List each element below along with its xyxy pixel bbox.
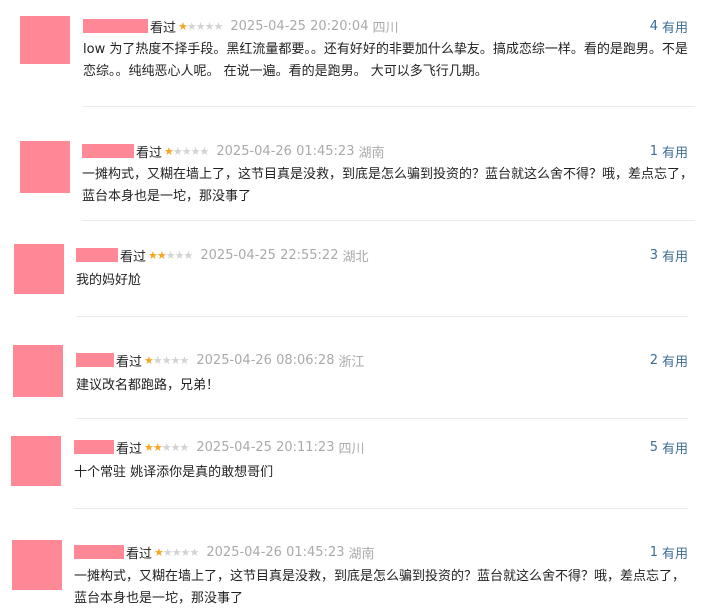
star-icon: ★: [165, 248, 176, 262]
username-redacted[interactable]: [76, 248, 118, 262]
review-content: 十个常驻 姚译添你是真的敢想哥们: [74, 465, 274, 480]
review-location: 湖南: [358, 145, 385, 161]
review-location: 浙江: [338, 354, 365, 370]
star-icon: ★: [189, 545, 200, 559]
divider: [83, 106, 695, 107]
star-icon: ★: [152, 353, 163, 367]
useful-button[interactable]: 2 有用: [650, 350, 688, 370]
rating-stars: ★ ★ ★ ★ ★: [148, 248, 194, 262]
username-redacted[interactable]: [74, 440, 114, 454]
review-location: 湖北: [342, 249, 369, 265]
review-content: 一摊构式，又糊在墙上了，这节目真是没救，到底是怎么骗到投资的？蓝台就这么舍不得？…: [82, 167, 694, 204]
review-time: 2025-04-25 22:55:22: [200, 247, 339, 263]
avatar[interactable]: [20, 16, 70, 64]
divider: [74, 508, 688, 509]
review-time: 2025-04-25 20:20:04: [230, 18, 369, 34]
star-icon: ★: [199, 144, 210, 158]
star-icon: ★: [154, 545, 164, 559]
useful-count: 1: [649, 143, 658, 159]
star-icon: ★: [181, 144, 192, 158]
star-icon: ★: [213, 19, 224, 33]
avatar[interactable]: [20, 141, 70, 193]
useful-button[interactable]: 5 有用: [650, 437, 688, 457]
useful-button[interactable]: 4 有用: [650, 16, 688, 36]
review-content: low 为了热度不择手段。黑红流量都要。。还有好好的非要加什么挚友。搞成恋综一样…: [83, 42, 688, 79]
useful-count: 4: [649, 18, 658, 34]
star-icon: ★: [178, 19, 188, 33]
star-icon: ★: [186, 19, 197, 33]
divider: [82, 220, 695, 221]
star-icon: ★: [144, 440, 154, 454]
star-icon: ★: [161, 440, 172, 454]
avatar[interactable]: [14, 244, 64, 294]
action-label: 看过: [136, 145, 163, 161]
username-redacted[interactable]: [83, 19, 148, 33]
star-icon: ★: [170, 440, 181, 454]
useful-label: 有用: [661, 145, 688, 161]
useful-count: 3: [649, 247, 658, 263]
star-icon: ★: [172, 144, 183, 158]
useful-label: 有用: [661, 546, 688, 562]
rating-stars: ★ ★ ★ ★ ★: [164, 144, 210, 158]
avatar[interactable]: [12, 540, 62, 590]
review-time: 2025-04-26 01:45:23: [206, 544, 345, 560]
star-icon: ★: [190, 144, 201, 158]
star-icon: ★: [162, 545, 173, 559]
star-icon: ★: [179, 353, 190, 367]
divider: [76, 316, 688, 317]
username-redacted[interactable]: [76, 353, 114, 367]
review-time: 2025-04-26 01:45:23: [216, 143, 355, 159]
review-content: 建议改名都跑路，兄弟！: [76, 378, 220, 393]
useful-button[interactable]: 3 有用: [650, 245, 688, 265]
star-icon: ★: [195, 19, 206, 33]
star-icon: ★: [179, 440, 190, 454]
action-label: 看过: [116, 441, 143, 457]
star-icon: ★: [183, 248, 194, 262]
useful-label: 有用: [661, 249, 688, 265]
review-content: 我的妈好尬: [76, 273, 142, 288]
review-time: 2025-04-25 20:11:23: [196, 439, 335, 455]
star-icon: ★: [164, 144, 174, 158]
action-label: 看过: [126, 546, 153, 562]
star-icon: ★: [204, 19, 215, 33]
useful-label: 有用: [661, 354, 688, 370]
useful-label: 有用: [661, 20, 688, 36]
avatar[interactable]: [13, 345, 63, 397]
useful-count: 2: [649, 352, 658, 368]
useful-button[interactable]: 1 有用: [650, 141, 688, 161]
review-location: 四川: [338, 441, 365, 457]
star-icon: ★: [171, 545, 182, 559]
rating-stars: ★ ★ ★ ★ ★: [144, 353, 190, 367]
action-label: 看过: [150, 20, 177, 36]
useful-label: 有用: [661, 441, 688, 457]
star-icon: ★: [152, 440, 163, 454]
rating-stars: ★ ★ ★ ★ ★: [144, 440, 190, 454]
action-label: 看过: [120, 249, 147, 265]
review-time: 2025-04-26 08:06:28: [196, 352, 335, 368]
username-redacted[interactable]: [74, 545, 124, 559]
star-icon: ★: [161, 353, 172, 367]
useful-button[interactable]: 1 有用: [650, 542, 688, 562]
star-icon: ★: [144, 353, 154, 367]
avatar[interactable]: [11, 436, 61, 486]
star-icon: ★: [170, 353, 181, 367]
username-redacted[interactable]: [82, 144, 134, 158]
rating-stars: ★ ★ ★ ★ ★: [154, 545, 200, 559]
useful-count: 5: [649, 439, 658, 455]
useful-count: 1: [649, 544, 658, 560]
divider: [76, 418, 688, 419]
star-icon: ★: [148, 248, 158, 262]
rating-stars: ★ ★ ★ ★ ★: [178, 19, 224, 33]
star-icon: ★: [174, 248, 185, 262]
review-location: 四川: [372, 20, 399, 36]
action-label: 看过: [116, 354, 143, 370]
star-icon: ★: [156, 248, 167, 262]
review-location: 湖南: [348, 546, 375, 562]
review-content: 一摊构式，又糊在墙上了，这节目真是没救，到底是怎么骗到投资的？蓝台就这么舍不得？…: [74, 569, 686, 606]
star-icon: ★: [180, 545, 191, 559]
